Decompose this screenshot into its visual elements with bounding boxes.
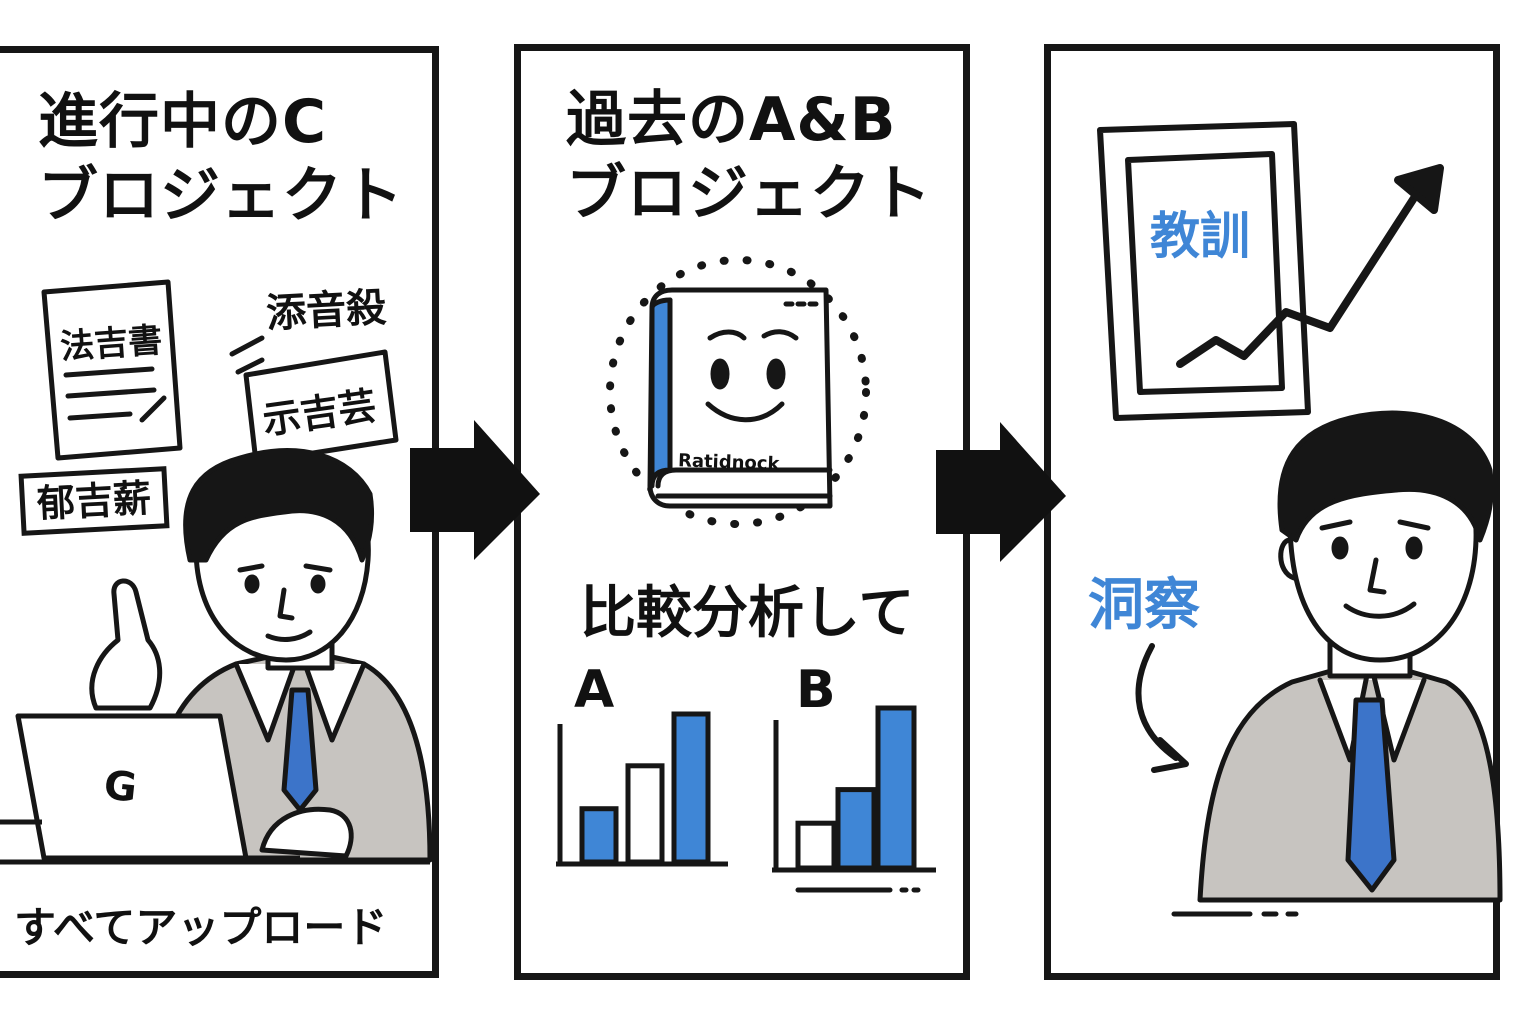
framed-poster bbox=[1097, 121, 1311, 421]
book-mascot bbox=[647, 287, 833, 509]
chart-b-label: B bbox=[796, 660, 836, 720]
arrow-right-2 bbox=[936, 422, 1066, 562]
chart-a-bars bbox=[579, 711, 711, 865]
panel2-subtitle: 比較分析して bbox=[580, 581, 915, 646]
doc-note-4: 郁吉薪 bbox=[18, 466, 170, 536]
arrow-right-1 bbox=[410, 420, 540, 560]
comic-strip: 進行中のC ブロジェクト 法吉書 添音殺 示吉芸 郁吉薪 G すべてアップロード… bbox=[0, 0, 1536, 1024]
businessman-right bbox=[1197, 410, 1503, 903]
chart-a-bar-3 bbox=[671, 711, 711, 865]
chart-a-label: A bbox=[574, 660, 615, 720]
panel1-title-line2: ブロジェクト bbox=[38, 161, 404, 231]
frame-text: 教訓 bbox=[1150, 207, 1250, 265]
chart-a-bar-1 bbox=[579, 806, 619, 865]
panel1-caption: すべてアップロード bbox=[14, 903, 388, 952]
curved-arrow-icon bbox=[1135, 643, 1189, 773]
panel1-title-line1: 進行中のC bbox=[38, 87, 328, 157]
document-icon bbox=[41, 279, 183, 461]
doc-note-1: 法吉書 bbox=[58, 320, 164, 368]
chart-b-bar-1 bbox=[795, 820, 837, 871]
panel2-title-line1: 過去のA&B bbox=[566, 85, 897, 155]
chart-b-bar-3 bbox=[875, 705, 917, 871]
chart-a-bar-2 bbox=[625, 763, 665, 865]
panel2-title-line2: ブロジェクト bbox=[566, 159, 932, 229]
chart-b-bars bbox=[795, 705, 917, 871]
doc-note-2: 添音殺 bbox=[265, 284, 388, 338]
book-label: Ratidnock bbox=[677, 450, 780, 475]
chart-b-bar-2 bbox=[835, 787, 877, 871]
chart-b bbox=[772, 705, 936, 893]
chart-a bbox=[556, 711, 728, 867]
insight-label: 洞察 bbox=[1088, 573, 1200, 638]
laptop-logo: G bbox=[101, 762, 140, 812]
